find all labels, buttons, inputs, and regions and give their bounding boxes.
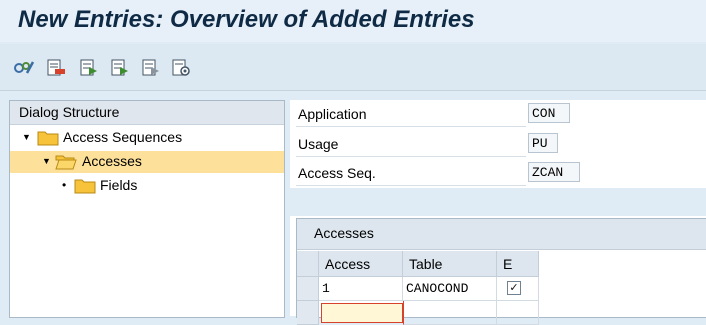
column-header-label: Table — [409, 256, 443, 272]
tree-item-fields[interactable]: • Fields — [10, 175, 284, 197]
table-cell-table[interactable] — [403, 301, 497, 325]
title-bar: New Entries: Overview of Added Entries — [0, 0, 706, 42]
access-seq-field-row: Access Seq. ZCAN — [296, 161, 580, 186]
chevron-down-icon[interactable]: ▼ — [22, 132, 31, 142]
page-title: New Entries: Overview of Added Entries — [18, 6, 475, 33]
tree-item-label: Fields — [100, 177, 138, 193]
access-seq-value[interactable]: ZCAN — [528, 162, 580, 182]
access-seq-label: Access Seq. — [298, 165, 376, 181]
open-folder-icon — [55, 155, 77, 170]
column-header-label: Access — [325, 256, 371, 272]
table-title-text: Accesses — [314, 225, 374, 241]
delete-row-icon[interactable] — [46, 58, 66, 78]
folder-icon — [37, 131, 59, 146]
application-field-row: Application CON — [296, 102, 570, 127]
select-all-icon[interactable] — [79, 58, 99, 78]
column-header-label: E — [503, 256, 513, 272]
application-label: Application — [298, 106, 367, 122]
usage-field-row: Usage PU — [296, 132, 558, 157]
toolbar — [0, 44, 706, 91]
folder-icon — [74, 179, 96, 194]
configure-icon[interactable] — [171, 58, 191, 78]
tree-item-label: Access Sequences — [63, 129, 183, 145]
usage-value[interactable]: PU — [528, 133, 558, 153]
dialog-structure-header: Dialog Structure — [10, 101, 284, 125]
row-selector[interactable] — [297, 301, 319, 325]
usage-label: Usage — [298, 136, 339, 152]
bullet-icon: • — [62, 178, 67, 192]
table-cell-access[interactable]: 1 — [319, 277, 403, 301]
column-header-table[interactable]: Table — [403, 251, 497, 277]
new-access-input[interactable] — [321, 303, 403, 323]
exclusive-checkbox[interactable]: ✓ — [507, 281, 521, 295]
select-block-icon[interactable] — [110, 58, 130, 78]
cell-value: 1 — [322, 281, 330, 296]
table-cell-exclusive[interactable] — [497, 301, 539, 325]
application-value[interactable]: CON — [528, 103, 570, 123]
cell-value: CANOCOND — [406, 281, 469, 296]
column-header-access[interactable]: Access — [319, 251, 403, 277]
tree-item-access-sequences[interactable]: ▼ Access Sequences — [10, 127, 284, 149]
accesses-table-title: Accesses — [297, 219, 706, 250]
table-cell-table[interactable]: CANOCOND — [403, 277, 497, 301]
table-cell-exclusive: ✓ — [497, 277, 539, 301]
dialog-structure-title: Dialog Structure — [19, 104, 120, 120]
display-change-icon[interactable] — [13, 58, 35, 78]
select-all-cell[interactable] — [297, 251, 319, 277]
tree-item-label: Accesses — [82, 153, 142, 169]
chevron-down-icon[interactable]: ▼ — [42, 156, 51, 166]
column-header-e[interactable]: E — [497, 251, 539, 277]
deselect-all-icon[interactable] — [141, 58, 161, 78]
separator — [290, 188, 706, 216]
tree-item-accesses[interactable]: ▼ Accesses — [10, 151, 284, 173]
row-selector[interactable] — [297, 277, 319, 301]
accesses-table: Accesses Access Table E 1 CANOCOND ✓ — [296, 218, 706, 325]
dialog-structure-panel: Dialog Structure ▼ Access Sequences ▼ Ac… — [9, 100, 285, 318]
